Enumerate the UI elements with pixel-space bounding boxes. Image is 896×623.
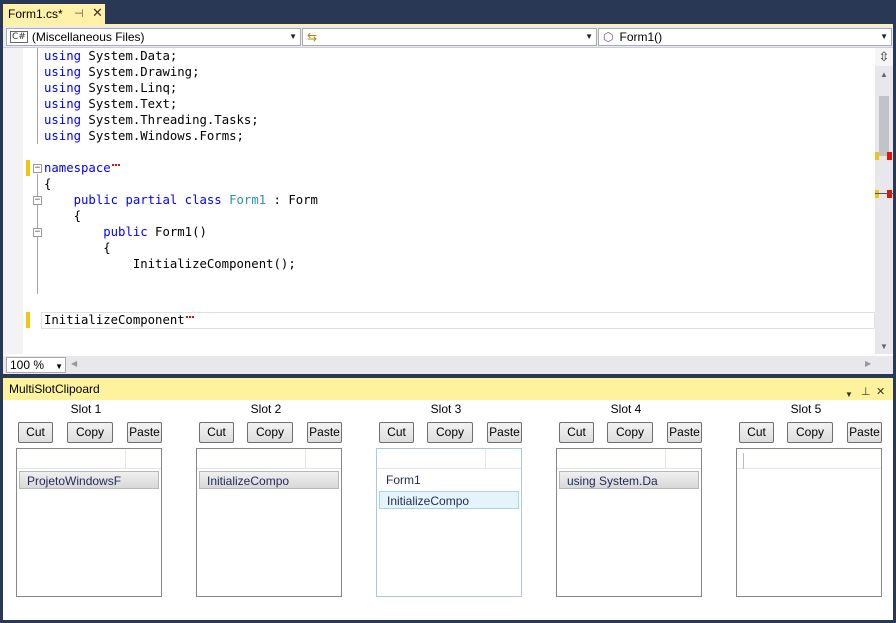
- code-text-area[interactable]: − − − using System.Data; using System.Dr…: [3, 48, 875, 354]
- code-editor: C# (Miscellaneous Files) ▼ ⇆ ▼ ⬡ Form1()…: [3, 24, 893, 374]
- slot-2-copy-button[interactable]: Copy: [247, 422, 293, 443]
- list-header: [377, 449, 521, 469]
- list-item[interactable]: ProjetoWindowsF: [19, 471, 159, 489]
- change-marker: [26, 312, 30, 328]
- slot-1-cut-button[interactable]: Cut: [18, 422, 53, 443]
- error-map-marker: [887, 152, 892, 160]
- code-line: public partial class Form1 : Form: [73, 193, 318, 207]
- code-line: using System.Drawing;: [44, 65, 200, 79]
- code-line: namespace: [44, 160, 120, 176]
- close-icon[interactable]: ✕: [876, 381, 885, 403]
- close-icon[interactable]: ✕: [92, 5, 103, 21]
- zoom-combo[interactable]: 100 % ▼: [6, 357, 66, 373]
- split-window-icon[interactable]: ⇳: [875, 48, 893, 66]
- slot-5-copy-button[interactable]: Copy: [787, 422, 833, 443]
- tab-title: Form1.cs*: [8, 7, 63, 21]
- slot-5-cut-button[interactable]: Cut: [739, 422, 774, 443]
- caret-position-marker: [875, 193, 893, 194]
- list-header: [557, 449, 701, 469]
- scroll-right-icon[interactable]: ▶: [865, 359, 871, 368]
- slot-5-title: Slot 5: [790, 402, 822, 416]
- slot-2-list[interactable]: InitializeCompo: [196, 448, 342, 597]
- scrollbar-thumb[interactable]: [879, 96, 889, 156]
- list-item[interactable]: using System.Da: [559, 471, 699, 489]
- error-map-marker: [887, 190, 892, 198]
- tab-form1-cs[interactable]: Form1.cs* ⊣ ✕: [3, 4, 105, 24]
- collapse-class-icon[interactable]: −: [33, 196, 42, 205]
- slot-3-title: Slot 3: [430, 402, 462, 416]
- slot-1-title: Slot 1: [70, 402, 102, 416]
- error-squiggle: [185, 312, 194, 318]
- zoom-value: 100 %: [10, 358, 45, 372]
- csharp-file-icon: C#: [10, 31, 28, 43]
- collapse-method-icon[interactable]: −: [33, 228, 42, 237]
- slot-5-paste-button[interactable]: Paste: [847, 422, 882, 443]
- project-combo-value: (Miscellaneous Files): [31, 30, 145, 44]
- list-item[interactable]: InitializeCompo: [199, 471, 339, 489]
- list-header: [197, 449, 341, 469]
- change-marker: [26, 160, 30, 176]
- list-header: [737, 449, 881, 469]
- code-line: public Form1(): [103, 225, 207, 239]
- list-item[interactable]: InitializeCompo: [379, 491, 519, 509]
- slot-5-list[interactable]: [736, 448, 882, 597]
- code-line: InitializeComponent();: [132, 257, 296, 271]
- code-line: {: [103, 241, 111, 255]
- scroll-left-icon[interactable]: ◀: [71, 359, 77, 368]
- slot-3-list[interactable]: Form1 InitializeCompo: [376, 448, 522, 597]
- code-line[interactable]: InitializeComponent: [44, 312, 194, 328]
- slot-4-paste-button[interactable]: Paste: [667, 422, 702, 443]
- slot-3-cut-button[interactable]: Cut: [379, 422, 414, 443]
- change-map-marker: [875, 190, 879, 198]
- error-squiggle: [111, 160, 120, 166]
- type-combo[interactable]: ⇆ ▼: [302, 28, 597, 46]
- slot-3-copy-button[interactable]: Copy: [427, 422, 473, 443]
- method-icon: ⬡: [603, 30, 614, 44]
- project-combo[interactable]: C# (Miscellaneous Files) ▼: [6, 28, 301, 46]
- navigation-bar: C# (Miscellaneous Files) ▼ ⇆ ▼ ⬡ Form1()…: [3, 26, 893, 48]
- document-tab-strip: Form1.cs* ⊣ ✕: [0, 0, 896, 24]
- multislot-clipboard-window: MultiSlotClipoard ▼ ⊥ ✕ Slot 1 Cut Copy …: [3, 378, 893, 620]
- outline-guide: [37, 48, 38, 144]
- code-line: using System.Windows.Forms;: [44, 129, 244, 143]
- pin-icon[interactable]: ⊥: [861, 381, 871, 403]
- code-line: using System.Text;: [44, 97, 178, 111]
- slot-4-list[interactable]: using System.Da: [556, 448, 702, 597]
- chevron-down-icon: ▼: [585, 32, 593, 41]
- list-item[interactable]: Form1: [379, 471, 519, 489]
- slot-4-cut-button[interactable]: Cut: [559, 422, 594, 443]
- editor-bottom-bar: 100 % ▼ ◀ ▶: [3, 356, 893, 374]
- code-line: {: [73, 209, 82, 223]
- code-line: using System.Data;: [44, 49, 178, 63]
- toolwindow-title: MultiSlotClipoard ▼ ⊥ ✕: [3, 378, 893, 400]
- class-icon: ⇆: [307, 30, 318, 44]
- collapse-namespace-icon[interactable]: −: [33, 164, 42, 173]
- code-line: using System.Linq;: [44, 81, 178, 95]
- slot-2-title: Slot 2: [250, 402, 282, 416]
- slot-4-copy-button[interactable]: Copy: [607, 422, 653, 443]
- slot-1-list[interactable]: ProjetoWindowsF: [16, 448, 162, 597]
- code-line: {: [44, 177, 52, 191]
- member-combo[interactable]: ⬡ Form1() ▼: [598, 28, 892, 46]
- chevron-down-icon: ▼: [55, 362, 63, 371]
- vertical-scrollbar[interactable]: ⇳ ▲ ▼: [875, 48, 893, 354]
- scroll-up-icon[interactable]: ▲: [880, 70, 888, 79]
- slot-1-paste-button[interactable]: Paste: [127, 422, 162, 443]
- slot-4-title: Slot 4: [610, 402, 642, 416]
- list-header: [17, 449, 161, 469]
- code-line: using System.Threading.Tasks;: [44, 113, 259, 127]
- chevron-down-icon: ▼: [880, 32, 888, 41]
- slot-3-paste-button[interactable]: Paste: [487, 422, 522, 443]
- change-map-marker: [875, 152, 879, 160]
- pin-icon[interactable]: ⊣: [74, 7, 84, 20]
- slot-2-paste-button[interactable]: Paste: [307, 422, 342, 443]
- slot-1-copy-button[interactable]: Copy: [67, 422, 113, 443]
- indicator-margin: [3, 48, 23, 354]
- member-combo-value: Form1(): [619, 30, 663, 44]
- chevron-down-icon: ▼: [289, 32, 297, 41]
- window-menu-icon[interactable]: ▼: [845, 384, 853, 406]
- slot-2-cut-button[interactable]: Cut: [199, 422, 234, 443]
- scroll-down-icon[interactable]: ▼: [880, 342, 888, 351]
